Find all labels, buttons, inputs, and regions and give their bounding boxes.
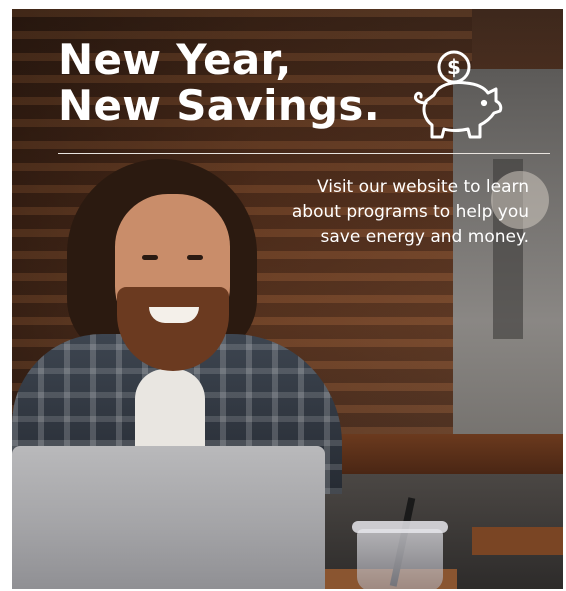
person-eye-left xyxy=(142,255,158,260)
body-line-2: about programs to help you xyxy=(291,202,529,222)
divider-line xyxy=(58,153,550,154)
cafe-table xyxy=(312,434,563,474)
iced-drink-cup xyxy=(357,529,443,589)
body-copy: Visit our website to learn about program… xyxy=(239,175,529,250)
person-eye-right xyxy=(187,255,203,260)
cup-lid xyxy=(352,521,448,533)
promo-banner: New Year, New Savings. $ Visit our websi… xyxy=(12,9,563,589)
body-line-3: save energy and money. xyxy=(320,227,529,247)
headline-line-1: New Year, xyxy=(58,35,292,84)
laptop xyxy=(12,446,325,589)
headline: New Year, New Savings. xyxy=(58,37,380,129)
piggy-bank-icon: $ xyxy=(414,50,503,139)
cafe-table-far xyxy=(472,527,563,555)
svg-text:$: $ xyxy=(447,55,461,79)
body-line-1: Visit our website to learn xyxy=(317,177,529,197)
headline-line-2: New Savings. xyxy=(58,81,380,130)
